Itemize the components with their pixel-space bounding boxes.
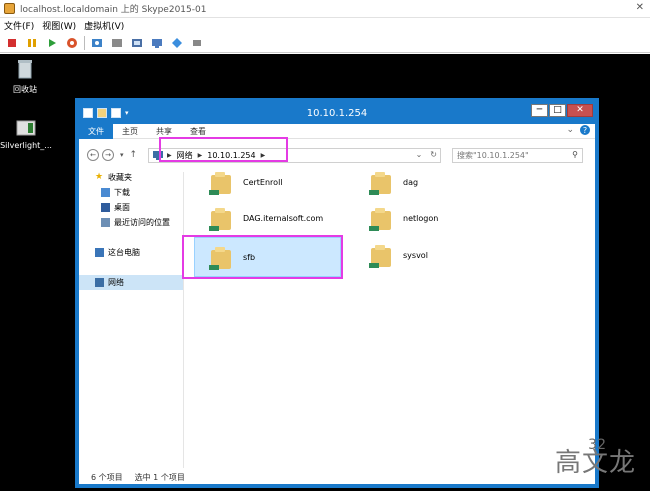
window-controls: ─ □ ✕ — [530, 104, 593, 117]
close-button[interactable]: ✕ — [567, 104, 593, 117]
stop-icon[interactable] — [4, 35, 19, 50]
help-icon[interactable]: ? — [580, 125, 590, 135]
menu-file[interactable]: 文件(F) — [4, 19, 34, 32]
expand-ribbon-icon[interactable]: ⌄ — [566, 125, 574, 135]
play-icon[interactable] — [44, 35, 59, 50]
shared-folder-icon — [209, 169, 235, 196]
nav-network[interactable]: 网络 — [79, 275, 183, 290]
revert-icon[interactable] — [109, 35, 124, 50]
snapshot-icon[interactable] — [89, 35, 104, 50]
silverlight-icon — [0, 120, 52, 138]
ribbon-right: ⌄ ? — [566, 125, 590, 135]
back-icon[interactable]: ← — [87, 149, 99, 161]
share-sysvol[interactable]: sysvol — [369, 242, 428, 269]
search-placeholder: 搜索"10.10.1.254" — [457, 151, 529, 160]
nav-this-pc-label: 这台电脑 — [108, 248, 140, 257]
silverlight-label: Silverlight_... — [0, 141, 52, 150]
explorer-window: ▾ 10.10.1.254 ─ □ ✕ 文件 主页 共享 查看 ⌄ ? ← → … — [78, 101, 596, 485]
settings-icon[interactable] — [169, 35, 184, 50]
address-actions: ⌄ ↻ — [416, 150, 437, 159]
computer-icon — [95, 248, 104, 257]
file-label: CertEnroll — [243, 178, 283, 187]
item-count: 6 个项目 — [91, 472, 123, 482]
nav-favorites[interactable]: ★ 收藏夹 — [95, 172, 132, 183]
nav-downloads-label: 下载 — [114, 188, 130, 197]
vm-app-icon — [4, 3, 15, 14]
tools-icon[interactable] — [189, 35, 204, 50]
host-menubar: 文件(F) 视图(W) 虚拟机(V) — [0, 18, 650, 33]
shared-folder-icon — [369, 169, 395, 196]
close-icon[interactable]: ✕ — [636, 2, 644, 13]
nav-desktop[interactable]: 桌面 — [101, 202, 130, 213]
menu-view[interactable]: 视图(W) — [42, 19, 76, 32]
recycle-bin-label: 回收站 — [13, 85, 37, 94]
menu-vm[interactable]: 虚拟机(V) — [84, 19, 124, 32]
forward-icon[interactable]: → — [102, 149, 114, 161]
minimize-button[interactable]: ─ — [531, 104, 548, 117]
refresh-icon[interactable]: ↻ — [430, 150, 437, 159]
recycle-bin-icon — [0, 59, 50, 81]
recycle-bin[interactable]: 回收站 — [0, 59, 50, 95]
host-toolbar — [0, 33, 650, 53]
manage-snapshots-icon[interactable] — [129, 35, 144, 50]
tab-file[interactable]: 文件 — [79, 123, 113, 139]
address-bar-row: ← → ▾ ↑ ▶ 网络 ▶ 10.10.1.254 ▶ ⌄ ↻ 搜索"10.1… — [79, 137, 595, 171]
network-icon — [95, 278, 104, 287]
star-icon: ★ — [95, 172, 104, 182]
share-dag-domain[interactable]: DAG.iternalsoft.com — [209, 205, 323, 232]
host-title: localhost.localdomain 上的 Skype2015-01 — [20, 5, 207, 15]
nav-network-label: 网络 — [108, 278, 124, 287]
address-highlight-box — [159, 137, 288, 162]
file-label: sysvol — [403, 251, 428, 260]
shared-folder-icon — [209, 205, 235, 232]
explorer-titlebar: ▾ 10.10.1.254 ─ □ ✕ — [79, 102, 595, 124]
selected-count: 选中 1 个项目 — [134, 472, 185, 482]
status-bar: 6 个项目 选中 1 个项目 — [79, 470, 595, 484]
console-icon[interactable] — [149, 35, 164, 50]
recent-locations-icon[interactable]: ▾ — [120, 151, 124, 159]
sfb-highlight-box — [182, 235, 343, 279]
nav-favorites-label: 收藏夹 — [108, 173, 132, 182]
download-icon — [101, 188, 110, 197]
ribbon-tabs: 文件 主页 共享 查看 ⌄ ? — [79, 123, 595, 139]
toolbar-separator — [84, 35, 85, 50]
share-netlogon[interactable]: netlogon — [369, 205, 438, 232]
search-icon[interactable]: ⚲ — [572, 150, 578, 159]
desktop-icon — [101, 203, 110, 212]
recent-places-icon — [101, 218, 110, 227]
up-icon[interactable]: ↑ — [130, 150, 138, 160]
tab-home[interactable]: 主页 — [113, 124, 147, 139]
silverlight-shortcut[interactable]: Silverlight_... — [0, 120, 52, 150]
file-label: dag — [403, 178, 419, 187]
maximize-button[interactable]: □ — [549, 104, 566, 117]
reset-icon[interactable] — [64, 35, 79, 50]
file-label: netlogon — [403, 214, 439, 223]
explorer-title: 10.10.1.254 — [306, 107, 368, 119]
watermark: 高文龙 — [554, 448, 636, 478]
navigation-pane: ★ 收藏夹 下载 桌面 最近访问的位置 这台电脑 网络 — [79, 172, 184, 468]
address-dropdown-icon[interactable]: ⌄ — [416, 150, 423, 159]
host-titlebar: localhost.localdomain 上的 Skype2015-01 ✕ — [0, 0, 650, 18]
shared-folder-icon — [369, 205, 395, 232]
nav-this-pc[interactable]: 这台电脑 — [95, 247, 140, 258]
guest-desktop: 回收站 Silverlight_... ▾ 10.10.1.254 ─ □ ✕ … — [0, 54, 650, 491]
share-dag[interactable]: dag — [369, 169, 418, 196]
pause-icon[interactable] — [24, 35, 39, 50]
nav-recent-label: 最近访问的位置 — [114, 218, 170, 227]
nav-downloads[interactable]: 下载 — [101, 187, 130, 198]
shared-folder-icon — [369, 242, 395, 269]
file-label: DAG.iternalsoft.com — [243, 214, 324, 223]
nav-recent[interactable]: 最近访问的位置 — [101, 217, 170, 228]
share-certenroll[interactable]: CertEnroll — [209, 169, 283, 196]
search-input[interactable]: 搜索"10.10.1.254" ⚲ — [452, 148, 583, 163]
nav-desktop-label: 桌面 — [114, 203, 130, 212]
